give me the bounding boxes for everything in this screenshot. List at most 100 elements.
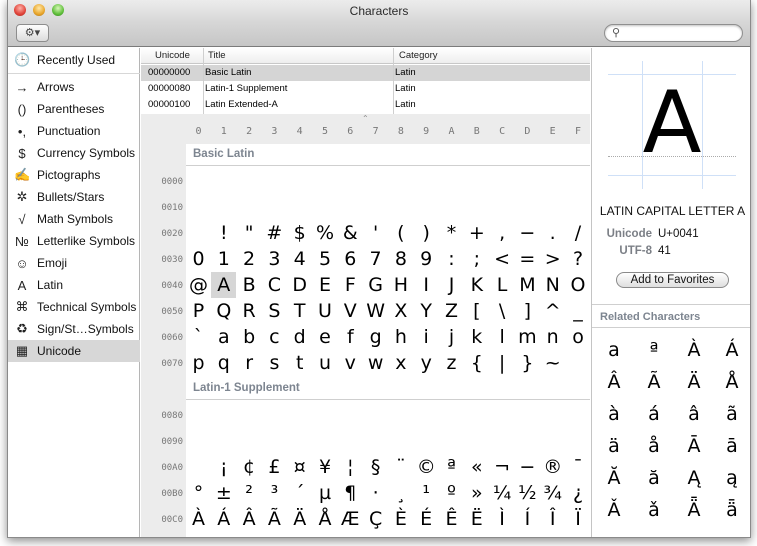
character-cell[interactable] xyxy=(540,402,565,428)
character-cell[interactable]: ¡ xyxy=(211,454,236,480)
character-cell[interactable] xyxy=(439,194,464,220)
related-character[interactable]: Ą xyxy=(674,462,714,495)
character-cell[interactable]: H xyxy=(388,272,413,298)
character-cell[interactable]: a xyxy=(211,324,236,350)
related-character[interactable]: ă xyxy=(634,462,674,495)
character-cell[interactable]: − xyxy=(515,454,540,480)
character-cell[interactable]: ) xyxy=(414,220,439,246)
character-cell[interactable]: O xyxy=(566,272,591,298)
character-cell[interactable] xyxy=(363,402,388,428)
character-cell[interactable] xyxy=(186,220,211,246)
character-cell[interactable]: E xyxy=(313,272,338,298)
character-cell[interactable] xyxy=(388,428,413,454)
character-cell[interactable]: K xyxy=(464,272,489,298)
character-cell[interactable]: ¸ xyxy=(388,480,413,506)
sidebar-item[interactable]: •, Punctuation xyxy=(8,120,140,142)
sidebar-item[interactable]: ✲ Bullets/Stars xyxy=(8,186,140,208)
character-cell[interactable]: Æ xyxy=(338,506,363,532)
character-cell[interactable]: e xyxy=(313,324,338,350)
character-cell[interactable]: ¦ xyxy=(338,454,363,480)
character-cell[interactable]: ¤ xyxy=(287,454,312,480)
character-cell[interactable]: w xyxy=(363,350,388,376)
sidebar-item[interactable]: ☺ Emoji xyxy=(8,252,140,274)
add-to-favorites-button[interactable]: Add to Favorites xyxy=(616,272,729,288)
character-cell[interactable] xyxy=(388,194,413,220)
character-cell[interactable] xyxy=(540,194,565,220)
character-cell[interactable] xyxy=(515,194,540,220)
character-cell[interactable] xyxy=(338,428,363,454)
character-cell[interactable]: A xyxy=(211,272,237,298)
character-cell[interactable] xyxy=(287,428,312,454)
character-cell[interactable]: I xyxy=(414,272,439,298)
character-cell[interactable]: ? xyxy=(566,246,591,272)
character-cell[interactable] xyxy=(490,402,515,428)
related-character[interactable]: À xyxy=(674,334,714,367)
sidebar-item[interactable]: $ Currency Symbols xyxy=(8,142,140,164)
character-cell[interactable] xyxy=(338,168,363,194)
character-cell[interactable]: u xyxy=(313,350,338,376)
character-cell[interactable]: . xyxy=(540,220,565,246)
sidebar-item[interactable]: ✍ Pictographs xyxy=(8,164,140,186)
related-character[interactable]: Ǎ xyxy=(594,494,634,527)
character-cell[interactable]: j xyxy=(439,324,464,350)
character-cell[interactable]: n xyxy=(540,324,565,350)
character-cell[interactable]: 9 xyxy=(414,246,439,272)
related-character[interactable]: Ā xyxy=(674,430,714,463)
character-cell[interactable]: | xyxy=(490,350,515,376)
related-character[interactable]: á xyxy=(634,398,674,431)
character-cell[interactable]: _ xyxy=(566,298,591,324)
character-cell[interactable]: k xyxy=(464,324,489,350)
column-header-title[interactable]: Title xyxy=(208,50,226,61)
character-cell[interactable]: p xyxy=(186,350,211,376)
character-cell[interactable]: 6 xyxy=(338,246,363,272)
character-cell[interactable]: · xyxy=(363,480,388,506)
character-cell[interactable]: i xyxy=(414,324,439,350)
related-character[interactable]: ǎ xyxy=(634,494,674,527)
character-cell[interactable] xyxy=(464,428,489,454)
character-cell[interactable]: 4 xyxy=(287,246,312,272)
character-cell[interactable]: ´ xyxy=(287,480,312,506)
character-cell[interactable] xyxy=(464,194,489,220)
character-cell[interactable] xyxy=(363,168,388,194)
character-cell[interactable]: J xyxy=(439,272,464,298)
character-cell[interactable]: ¿ xyxy=(566,480,591,506)
character-cell[interactable] xyxy=(211,194,236,220)
character-cell[interactable]: d xyxy=(287,324,312,350)
character-cell[interactable]: = xyxy=(515,246,540,272)
character-cell[interactable] xyxy=(414,168,439,194)
character-cell[interactable]: c xyxy=(262,324,287,350)
character-cell[interactable]: Ç xyxy=(363,506,388,532)
character-cell[interactable]: 1 xyxy=(211,246,236,272)
character-cell[interactable]: ^ xyxy=(540,298,565,324)
character-cell[interactable] xyxy=(338,194,363,220)
character-cell[interactable]: G xyxy=(363,272,388,298)
character-cell[interactable]: \ xyxy=(490,298,515,324)
character-cell[interactable]: ¯ xyxy=(566,454,591,480)
character-cell[interactable]: º xyxy=(439,480,464,506)
character-cell[interactable]: ° xyxy=(186,480,211,506)
character-cell[interactable]: 2 xyxy=(237,246,262,272)
character-cell[interactable] xyxy=(414,428,439,454)
character-cell[interactable]: s xyxy=(262,350,287,376)
character-cell[interactable] xyxy=(566,350,591,376)
related-character[interactable]: Ǟ xyxy=(674,494,714,527)
related-character[interactable]: ä xyxy=(594,430,634,463)
character-cell[interactable]: ¥ xyxy=(313,454,338,480)
related-character[interactable]: å xyxy=(634,430,674,463)
character-cell[interactable]: L xyxy=(490,272,515,298)
character-cell[interactable]: R xyxy=(237,298,262,324)
character-cell[interactable]: U xyxy=(313,298,338,324)
character-cell[interactable]: q xyxy=(211,350,236,376)
character-cell[interactable] xyxy=(313,168,338,194)
column-header-unicode[interactable]: Unicode xyxy=(155,50,190,61)
character-cell[interactable]: 8 xyxy=(388,246,413,272)
character-cell[interactable] xyxy=(287,194,312,220)
character-cell[interactable] xyxy=(186,402,211,428)
character-cell[interactable]: 7 xyxy=(363,246,388,272)
character-cell[interactable]: « xyxy=(464,454,489,480)
character-cell[interactable]: ` xyxy=(186,324,211,350)
character-cell[interactable]: P xyxy=(186,298,211,324)
character-cell[interactable]: b xyxy=(237,324,262,350)
character-cell[interactable]: x xyxy=(388,350,413,376)
sidebar-item[interactable]: № Letterlike Symbols xyxy=(8,230,140,252)
